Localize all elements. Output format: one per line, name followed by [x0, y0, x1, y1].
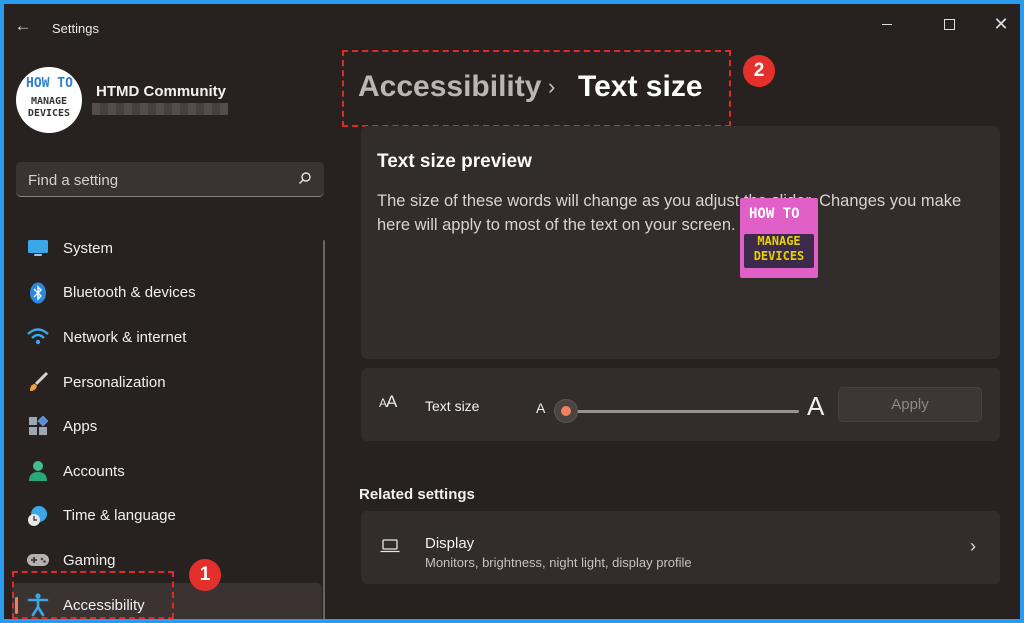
app-title: Settings — [52, 21, 99, 36]
search-box[interactable] — [16, 162, 324, 197]
person-icon — [26, 460, 50, 482]
search-input[interactable] — [26, 168, 290, 192]
slider-min-label: A — [536, 400, 546, 416]
slider-max-label: A — [807, 391, 825, 421]
sidebar-item-label: Apps — [63, 418, 98, 436]
avatar[interactable]: HOW TO MANAGE DEVICES — [16, 67, 82, 133]
profile-name: HTMD Community — [96, 83, 226, 100]
related-settings-heading: Related settings — [359, 486, 475, 503]
chevron-right-icon: › — [970, 536, 976, 556]
maximize-icon — [943, 18, 955, 30]
bluetooth-icon — [26, 282, 50, 304]
display-subtitle: Monitors, brightness, night light, displ… — [425, 555, 692, 570]
watermark-line3: DEVICES — [753, 249, 805, 263]
sidebar-item-system[interactable]: System — [12, 226, 322, 271]
maximize-button[interactable] — [926, 10, 972, 38]
avatar-logo-text: HOW TO — [26, 76, 73, 91]
back-button[interactable]: ← — [12, 16, 34, 36]
text-size-preview-card: Text size preview The size of these word… — [361, 126, 1000, 359]
text-size-slider-track[interactable] — [563, 410, 799, 413]
sidebar-item-label: Accounts — [63, 462, 125, 480]
sidebar-item-personalization[interactable]: Personalization — [12, 360, 322, 405]
watermark-panel: MANAGE DEVICES — [744, 234, 814, 268]
preview-title: Text size preview — [377, 151, 532, 172]
search-icon[interactable] — [298, 171, 312, 185]
sidebar-scrollbar[interactable] — [323, 240, 325, 619]
settings-window: ← Settings ✕ HOW TO MANAGE DEVICES HTMD C… — [4, 4, 1020, 619]
sidebar-item-label: Bluetooth & devices — [63, 284, 196, 302]
sidebar-item-network[interactable]: Network & internet — [12, 315, 322, 360]
gamepad-icon — [26, 549, 50, 571]
watermark-logo: HOW TO MANAGE DEVICES — [740, 198, 818, 278]
avatar-logo-subtext: MANAGE DEVICES — [27, 96, 71, 119]
monitor-icon — [26, 237, 50, 259]
preview-text: The size of these words will change as y… — [377, 192, 962, 234]
text-size-setting-card: AA Text size A A Apply — [361, 368, 1000, 441]
sidebar-item-accounts[interactable]: Accounts — [12, 449, 322, 494]
profile-email-redacted — [92, 103, 228, 115]
display-link-card[interactable]: Display Monitors, brightness, night ligh… — [361, 511, 1000, 584]
close-button[interactable]: ✕ — [978, 10, 1020, 38]
brush-icon — [26, 371, 50, 393]
watermark-line1: HOW TO — [749, 206, 800, 222]
wifi-icon — [26, 326, 50, 348]
sidebar-item-label: Personalization — [63, 373, 166, 391]
sidebar-item-bluetooth[interactable]: Bluetooth & devices — [12, 271, 322, 316]
apps-icon — [26, 415, 50, 437]
sidebar-item-label: Gaming — [63, 551, 116, 569]
sidebar-nav: System Bluetooth & devices Network & int… — [12, 226, 322, 619]
slider-thumb-dot — [561, 406, 571, 416]
minimize-button[interactable] — [864, 10, 910, 38]
apply-button[interactable]: Apply — [838, 387, 982, 422]
annotation-box-1 — [12, 571, 174, 619]
display-title: Display — [425, 535, 475, 552]
text-size-icon: AA — [379, 392, 397, 411]
laptop-icon — [380, 539, 400, 553]
sidebar-item-label: Network & internet — [63, 328, 187, 346]
annotation-box-2 — [342, 50, 731, 127]
globe-clock-icon — [26, 505, 50, 527]
callout-badge-1: 1 — [189, 559, 221, 591]
back-arrow-icon: ← — [14, 16, 32, 35]
title-bar: ← Settings ✕ — [4, 4, 1020, 48]
watermark-line2: MANAGE — [757, 234, 801, 248]
sidebar-item-label: System — [63, 239, 114, 257]
callout-badge-2: 2 — [743, 55, 775, 87]
minimize-icon — [882, 23, 892, 25]
sidebar-item-label: Time & language — [63, 507, 176, 525]
text-size-label: Text size — [425, 398, 480, 414]
text-size-slider-thumb[interactable] — [555, 400, 577, 422]
close-icon: ✕ — [993, 13, 1009, 34]
sidebar-item-time-language[interactable]: Time & language — [12, 494, 322, 539]
sidebar-item-apps[interactable]: Apps — [12, 404, 322, 449]
